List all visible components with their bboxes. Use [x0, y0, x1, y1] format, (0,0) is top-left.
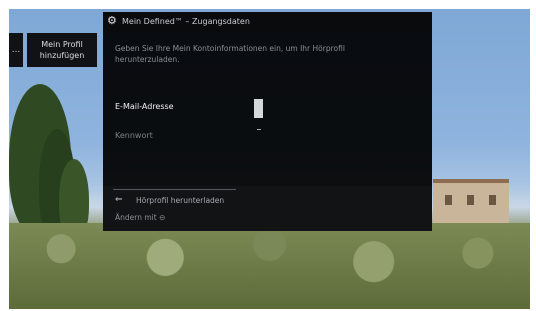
add-profile-line1: Mein Profil — [41, 40, 83, 49]
background-house — [433, 179, 509, 225]
credentials-dialog: ⚙ Mein Defined™ – Zugangsdaten Geben Sie… — [103, 12, 432, 231]
dialog-title: Mein Defined™ – Zugangsdaten — [122, 17, 250, 26]
email-input-cursor[interactable] — [254, 99, 263, 118]
change-hint: Ändern mit ⊖ — [115, 213, 166, 222]
password-input-cursor[interactable] — [257, 129, 261, 130]
sidebar-back-label: ... — [11, 45, 21, 55]
dialog-intro-text: Geben Sie Ihre Mein Kontoinformationen e… — [115, 44, 345, 64]
house-window — [467, 195, 474, 205]
add-profile-button[interactable]: Mein Profil hinzufügen — [27, 33, 97, 67]
email-field[interactable]: E-Mail-Adresse — [115, 102, 174, 111]
house-window — [445, 195, 452, 205]
dialog-footer: ⇐ Hörprofil herunterladen Ändern mit ⊖ — [103, 186, 432, 231]
house-window — [489, 195, 496, 205]
background-shrubs — [9, 223, 530, 309]
add-profile-line2: hinzufügen — [39, 51, 85, 60]
gear-icon: ⚙ — [107, 14, 117, 27]
footer-divider — [113, 189, 236, 190]
password-field[interactable]: Kennwort — [115, 131, 153, 140]
sidebar-back-button[interactable]: ... — [9, 33, 23, 67]
back-arrow-icon[interactable]: ⇐ — [115, 195, 123, 205]
dialog-header: ⚙ Mein Defined™ – Zugangsdaten — [103, 12, 432, 32]
download-profile-button[interactable]: Hörprofil herunterladen — [136, 196, 224, 205]
